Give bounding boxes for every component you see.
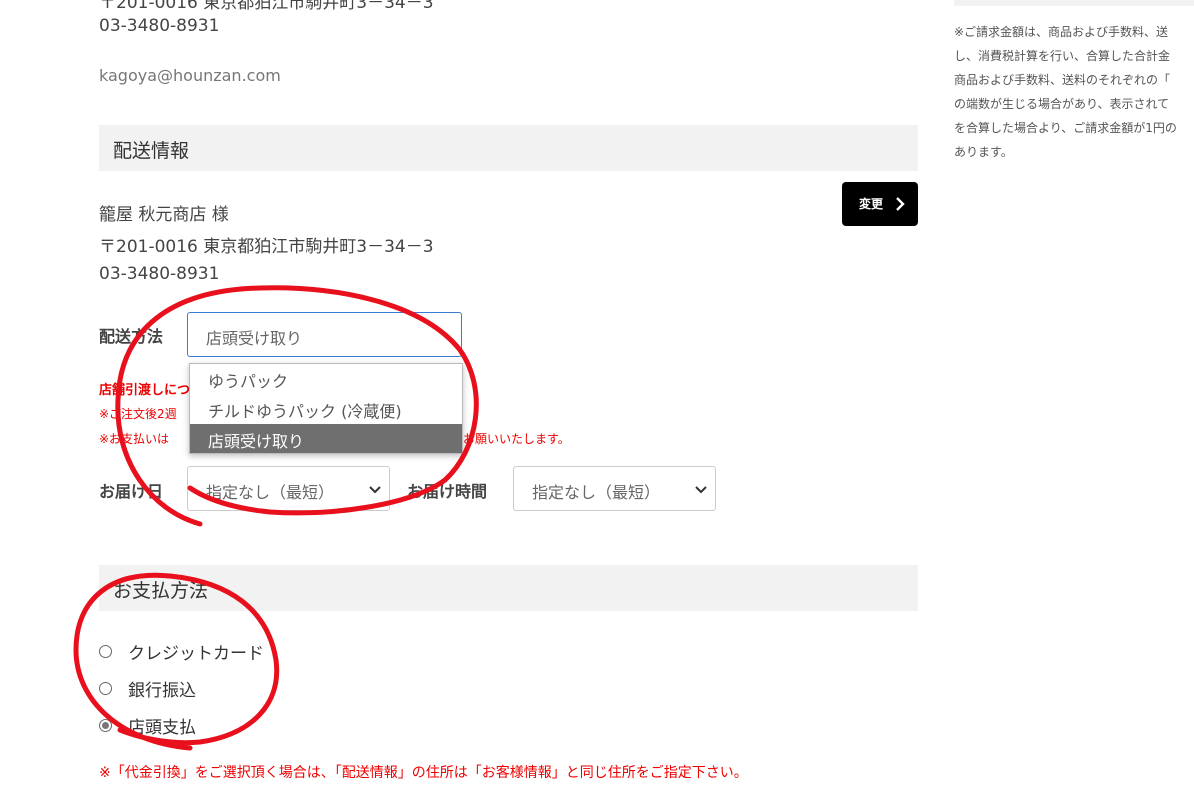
shipping-method-value: 店頭受け取り (206, 329, 303, 348)
dropdown-option-chilled-yupack[interactable]: チルドゆうパック (冷蔵便) (190, 394, 462, 423)
radio-button[interactable] (99, 682, 112, 695)
shipping-method-dropdown: ゆうパック チルドゆうパック (冷蔵便) 店頭受け取り (189, 363, 463, 454)
change-button-label: 変更 (859, 197, 884, 211)
payment-option-label: 店頭支払 (128, 718, 196, 738)
delivery-date-label: お届け日 (99, 482, 164, 501)
customer-email: kagoya@hounzan.com (99, 66, 281, 85)
shipping-method-select[interactable]: 店頭受け取り (187, 312, 462, 357)
customer-phone: 03-3480-8931 (99, 16, 220, 36)
chevron-right-icon (896, 197, 905, 211)
sidebar-note-line: 商品および手数料、送料のそれぞれの「 (954, 73, 1171, 87)
sidebar-note-line: を合算した場合より、ご請求金額が1円の (954, 121, 1177, 135)
sidebar-notes: ※ご請求金額は、商品および手数料、送 し、消費税計算を行い、合算した合計金 商品… (954, 20, 1194, 164)
payment-option-label: クレジットカード (128, 644, 264, 664)
sidebar-box (954, 0, 1194, 6)
shipping-section-header: 配送情報 (99, 125, 918, 171)
dropdown-option-store-pickup[interactable]: 店頭受け取り (190, 424, 462, 453)
payment-option-label: 銀行振込 (128, 681, 196, 701)
payment-note-start: ※お支払いは (99, 432, 170, 446)
recipient-address: 〒201-0016 東京都狛江市駒井町3－34－3 (99, 237, 434, 257)
delivery-time-value: 指定なし（最短） (532, 483, 661, 502)
shipping-method-label: 配送方法 (99, 327, 164, 346)
change-shipping-button[interactable]: 変更 (842, 182, 918, 226)
cash-on-delivery-note: ※「代金引換」をご選択頂く場合は、「配送情報」の住所は「お客様情報」と同じ住所を… (99, 765, 748, 781)
recipient-phone: 03-3480-8931 (99, 264, 220, 284)
delivery-time-select[interactable]: 指定なし（最短） (513, 466, 716, 511)
delivery-date-value: 指定なし（最短） (206, 483, 335, 502)
payment-heading: お支払方法 (113, 580, 209, 602)
payment-note-end: お願いいたします。 (463, 432, 570, 446)
delivery-time-label: お届け時間 (407, 482, 488, 501)
chevron-down-icon (695, 486, 707, 494)
sidebar-note-line: の端数が生じる場合があり、表示されて (954, 97, 1170, 111)
recipient-name: 籠屋 秋元商店 様 (99, 205, 229, 225)
order-note: ※ご注文後2週 (99, 407, 177, 421)
delivery-date-select[interactable]: 指定なし（最短） (187, 466, 390, 511)
sidebar-note-line: ※ご請求金額は、商品および手数料、送 (954, 25, 1169, 39)
chevron-down-icon (369, 486, 381, 494)
pickup-warning: 店舗引渡しにつ (99, 383, 191, 398)
customer-address: 〒201-0016 東京都狛江市駒井町3－34－3 (99, 0, 434, 13)
radio-button[interactable] (99, 645, 112, 658)
sidebar-note-line: あります。 (954, 145, 1013, 159)
sidebar-note-line: し、消費税計算を行い、合算した合計金 (954, 49, 1171, 63)
shipping-heading: 配送情報 (113, 140, 190, 162)
payment-section-header: お支払方法 (99, 565, 918, 611)
radio-button-checked[interactable] (99, 719, 112, 732)
dropdown-option-yupack[interactable]: ゆうパック (190, 364, 462, 393)
